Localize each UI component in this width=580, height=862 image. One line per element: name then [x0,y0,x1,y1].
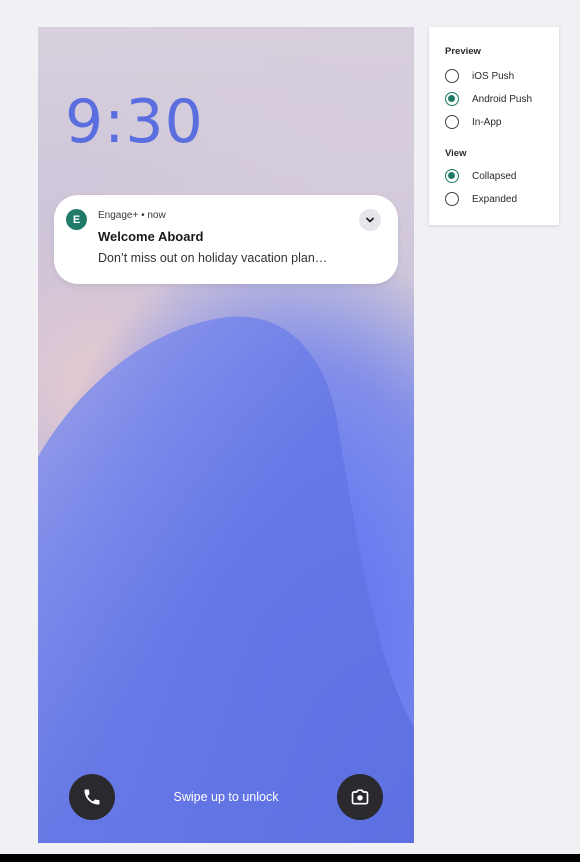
radio-label: iOS Push [472,70,515,82]
push-notification[interactable]: E Engage+ • now Welcome Aboard Don’t mis… [54,195,398,284]
radio-collapsed[interactable]: Collapsed [445,167,516,185]
radio-label: Android Push [472,93,533,105]
camera-icon [351,789,369,805]
radio-button-selected[interactable] [445,169,459,183]
radio-android-push[interactable]: Android Push [445,90,532,108]
radio-button[interactable] [445,69,459,83]
view-section-label: View [445,148,467,159]
radio-button-selected[interactable] [445,92,459,106]
radio-label: In-App [472,116,502,128]
camera-shortcut-button[interactable] [337,774,383,820]
radio-expanded[interactable]: Expanded [445,190,517,208]
notification-title: Welcome Aboard [98,229,204,244]
radio-label: Expanded [472,193,518,205]
notification-meta: Engage+ • now [98,210,166,221]
radio-label: Collapsed [472,170,517,182]
app-avatar: E [66,209,87,230]
preview-canvas: 9:30 E Engage+ • now Welcome Aboard Don’… [0,0,580,854]
radio-in-app[interactable]: In-App [445,113,501,131]
radio-ios-push[interactable]: iOS Push [445,67,514,85]
preview-options-panel: Preview iOS Push Android Push In-App Vie… [429,27,559,225]
radio-button[interactable] [445,192,459,206]
expand-notification-button[interactable] [359,209,381,231]
phone-preview: 9:30 E Engage+ • now Welcome Aboard Don’… [38,27,414,843]
lockscreen-clock: 9:30 [65,87,204,157]
radio-button[interactable] [445,115,459,129]
notification-body: Don’t miss out on holiday vacation plan… [98,251,328,265]
preview-section-label: Preview [445,46,481,57]
chevron-down-icon [366,217,374,223]
